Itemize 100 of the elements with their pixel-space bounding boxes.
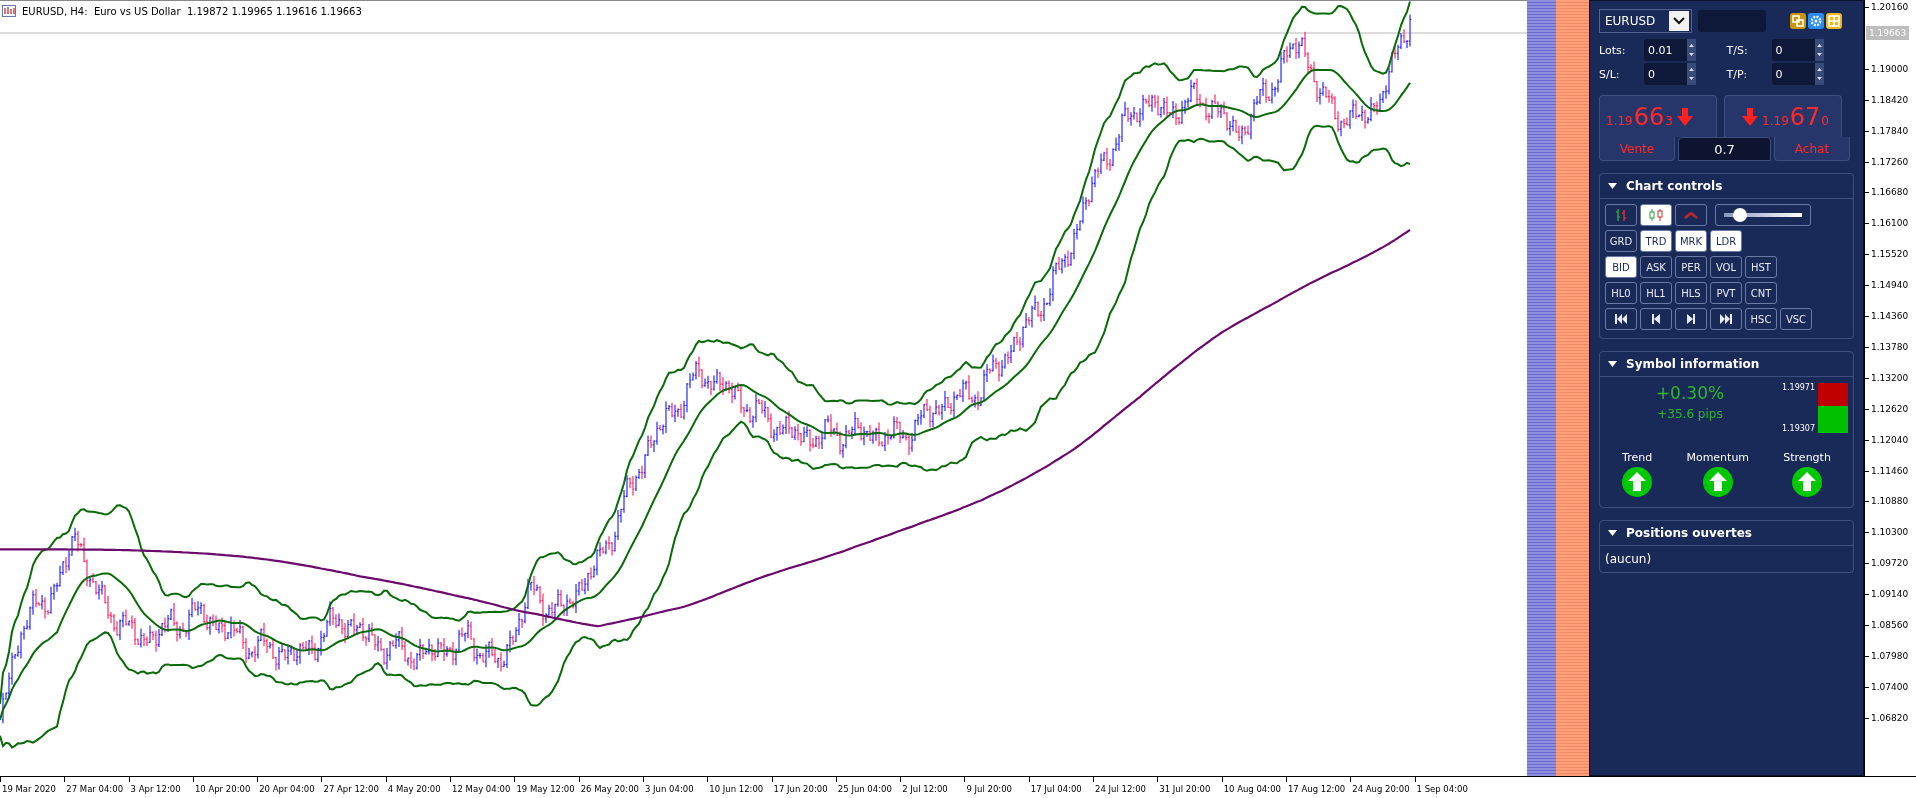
- chart-option-button[interactable]: MRK: [1675, 230, 1707, 252]
- zoom-slider[interactable]: [1715, 204, 1811, 226]
- down-arrow-icon: [1742, 107, 1759, 126]
- bars-chart-button[interactable]: [1605, 204, 1637, 226]
- price-label: 1.08560: [1865, 618, 1909, 632]
- spinner-icon[interactable]: [1814, 39, 1824, 61]
- chart-option-button[interactable]: BID: [1605, 256, 1637, 278]
- chevron-icon: [1669, 11, 1689, 31]
- spinner-icon[interactable]: [1687, 39, 1696, 61]
- chart-option-button[interactable]: PER: [1675, 256, 1707, 278]
- time-label: 24 Jul 12:00: [1093, 777, 1158, 797]
- indicator-label: Strength: [1783, 451, 1831, 464]
- chart-option-button[interactable]: HST: [1745, 256, 1777, 278]
- skip-forward-icon: [1720, 314, 1732, 324]
- time-label: 12 May 04:00: [450, 777, 515, 797]
- number-field[interactable]: 0: [1644, 63, 1696, 85]
- price-label: 1.16100: [1865, 216, 1909, 231]
- grid-icon[interactable]: [1826, 13, 1842, 29]
- chart-option-button[interactable]: VSC: [1780, 308, 1812, 330]
- price-label: 1.09720: [1865, 556, 1909, 571]
- copy-icon[interactable]: [1790, 13, 1806, 29]
- chart-option-button[interactable]: ASK: [1640, 256, 1672, 278]
- number-field[interactable]: 0: [1771, 63, 1824, 85]
- spinner-icon[interactable]: [1814, 63, 1824, 85]
- chart-option-button[interactable]: GRD: [1605, 230, 1637, 252]
- time-label: 19 Mar 2020: [0, 777, 65, 797]
- settings-icon[interactable]: [1808, 13, 1824, 29]
- time-label: 1 Sep 04:00: [1414, 777, 1479, 797]
- price-label: 1.11460: [1865, 463, 1909, 478]
- price-label: 1.17260: [1865, 154, 1909, 169]
- step-back-icon: [1650, 314, 1662, 324]
- section-header[interactable]: Positions ouvertes: [1600, 521, 1853, 546]
- time-label: 10 Apr 20:00: [192, 777, 258, 797]
- bars-icon: [1614, 209, 1628, 221]
- price-label: 1.10880: [1865, 494, 1909, 509]
- candles-icon: [1648, 209, 1664, 221]
- time-label: 17 Jun 20:00: [771, 777, 836, 797]
- chart-option-button[interactable]: HLS: [1675, 282, 1707, 304]
- previous-button[interactable]: [1640, 308, 1672, 330]
- next-button[interactable]: [1675, 308, 1707, 330]
- down-arrow-icon: [1676, 107, 1693, 126]
- price-label: 1.13200: [1865, 370, 1909, 385]
- chart-option-button[interactable]: PVT: [1710, 282, 1742, 304]
- first-button[interactable]: [1605, 308, 1637, 330]
- time-label: 24 Aug 20:00: [1350, 777, 1415, 797]
- low-price: 1.19307: [1781, 424, 1815, 433]
- time-label: 19 May 12:00: [514, 777, 579, 797]
- price-label: 1.14940: [1865, 278, 1909, 293]
- price-label: 1.10300: [1865, 525, 1909, 540]
- price-label: 1.18420: [1865, 92, 1909, 107]
- spread-field: 0.7: [1678, 137, 1771, 161]
- chart-option-button[interactable]: HL0: [1605, 282, 1637, 304]
- price-label: 1.17840: [1865, 123, 1909, 138]
- section-header[interactable]: Chart controls: [1600, 174, 1853, 199]
- field-label: T/P:: [1726, 67, 1749, 81]
- field-label: T/S:: [1726, 43, 1749, 57]
- chart-option-button[interactable]: CNT: [1745, 282, 1777, 304]
- line-chart-button[interactable]: [1675, 204, 1707, 226]
- chart-option-button[interactable]: TRD: [1640, 230, 1672, 252]
- slider-thumb[interactable]: [1732, 208, 1747, 222]
- current-price-label: 1.19663: [1866, 26, 1910, 40]
- field-label: Lots:: [1599, 43, 1627, 57]
- time-label: 10 Jun 12:00: [707, 777, 772, 797]
- range-bar: [1818, 383, 1848, 433]
- time-label: 2 Jul 12:00: [900, 777, 965, 797]
- pips-change: +35.6 pips: [1657, 407, 1723, 421]
- chart-option-button[interactable]: LDR: [1710, 230, 1742, 252]
- time-label: 31 Jul 20:00: [1157, 777, 1222, 797]
- number-field[interactable]: 0: [1771, 39, 1824, 61]
- caret-icon: [1684, 210, 1698, 220]
- price-label: 1.12040: [1865, 432, 1909, 447]
- chart-option-button[interactable]: HL1: [1640, 282, 1672, 304]
- step-forward-icon: [1685, 314, 1697, 324]
- price-label: 1.19000: [1865, 61, 1909, 76]
- price-label: 1.15520: [1865, 247, 1909, 262]
- time-label: 17 Aug 12:00: [1285, 777, 1351, 797]
- time-label: 26 May 20:00: [578, 777, 643, 797]
- number-field[interactable]: 0.01: [1644, 39, 1696, 61]
- skip-back-icon: [1615, 314, 1627, 324]
- spinner-icon[interactable]: [1687, 63, 1696, 85]
- candles-chart-button[interactable]: [1640, 204, 1672, 226]
- symbol-dropdown[interactable]: EURUSD: [1599, 9, 1692, 33]
- time-label: 4 May 20:00: [385, 777, 451, 797]
- price-label: 1.16680: [1865, 185, 1909, 200]
- price-label: 1.12620: [1865, 401, 1909, 416]
- chart-option-button[interactable]: VOL: [1710, 256, 1742, 278]
- price-label: 1.13780: [1865, 339, 1909, 354]
- chart-title: EURUSD, H4: Euro vs US Dollar 1.19872 1.19965 1.19616 1.19663: [22, 5, 362, 17]
- last-button[interactable]: [1710, 308, 1742, 330]
- section-header[interactable]: Symbol information: [1600, 352, 1853, 377]
- indicator-label: Momentum: [1686, 451, 1750, 464]
- percent-change: +0.30%: [1655, 383, 1725, 403]
- time-label: 3 Apr 12:00: [128, 777, 193, 797]
- high-price: 1.19971: [1781, 383, 1815, 392]
- field-label: S/L:: [1599, 67, 1621, 81]
- chart-option-button[interactable]: HSC: [1745, 308, 1777, 330]
- price-label: 1.14360: [1865, 309, 1909, 323]
- time-label: 20 Apr 04:00: [257, 777, 322, 797]
- input-field[interactable]: [1698, 10, 1766, 32]
- price-label: 1.20160: [1865, 0, 1909, 14]
